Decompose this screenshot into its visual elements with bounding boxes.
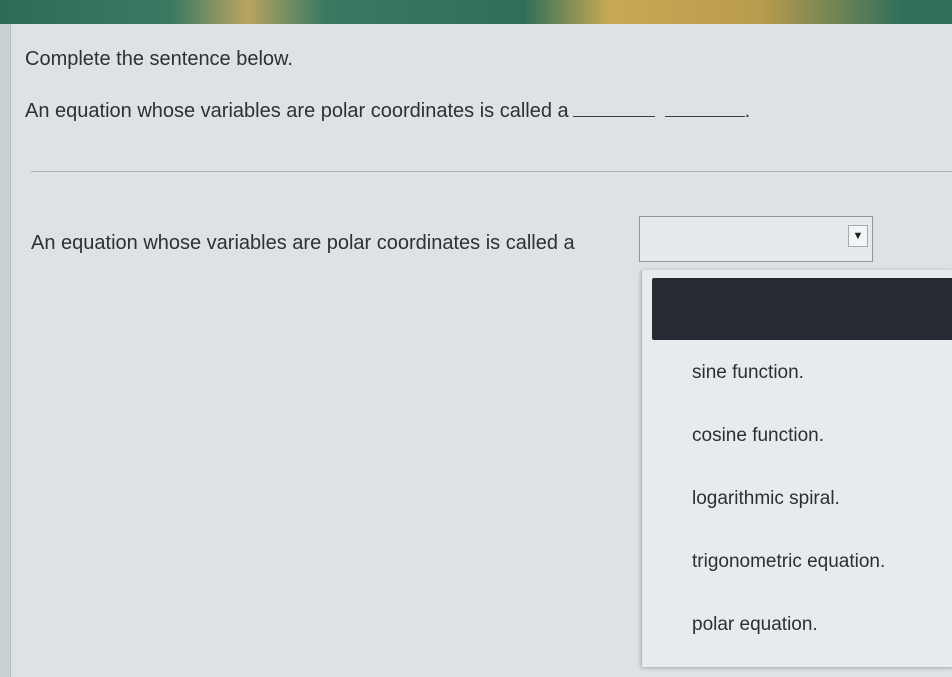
section-divider — [31, 171, 952, 172]
chevron-down-icon[interactable]: ▼ — [848, 225, 868, 247]
question-sentence: An equation whose variables are polar co… — [25, 98, 750, 123]
question-panel: Complete the sentence below. An equation… — [10, 24, 952, 677]
answer-sentence: An equation whose variables are polar co… — [31, 232, 575, 254]
header-banner — [0, 0, 952, 24]
dropdown-menu: sine function. cosine function. logarith… — [641, 270, 952, 667]
question-period: . — [744, 100, 751, 122]
option-sine-function[interactable]: sine function. — [692, 362, 804, 384]
option-logarithmic-spiral[interactable]: logarithmic spiral. — [692, 488, 840, 510]
answer-dropdown-select[interactable]: ▼ — [639, 216, 873, 262]
blank-1 — [572, 98, 655, 117]
blank-2 — [664, 98, 745, 117]
option-polar-equation[interactable]: polar equation. — [692, 614, 818, 636]
option-trigonometric-equation[interactable]: trigonometric equation. — [692, 551, 885, 573]
question-sentence-text: An equation whose variables are polar co… — [25, 100, 569, 122]
instruction-text: Complete the sentence below. — [25, 48, 293, 70]
dropdown-highlight-bar — [652, 278, 952, 340]
option-cosine-function[interactable]: cosine function. — [692, 425, 824, 447]
